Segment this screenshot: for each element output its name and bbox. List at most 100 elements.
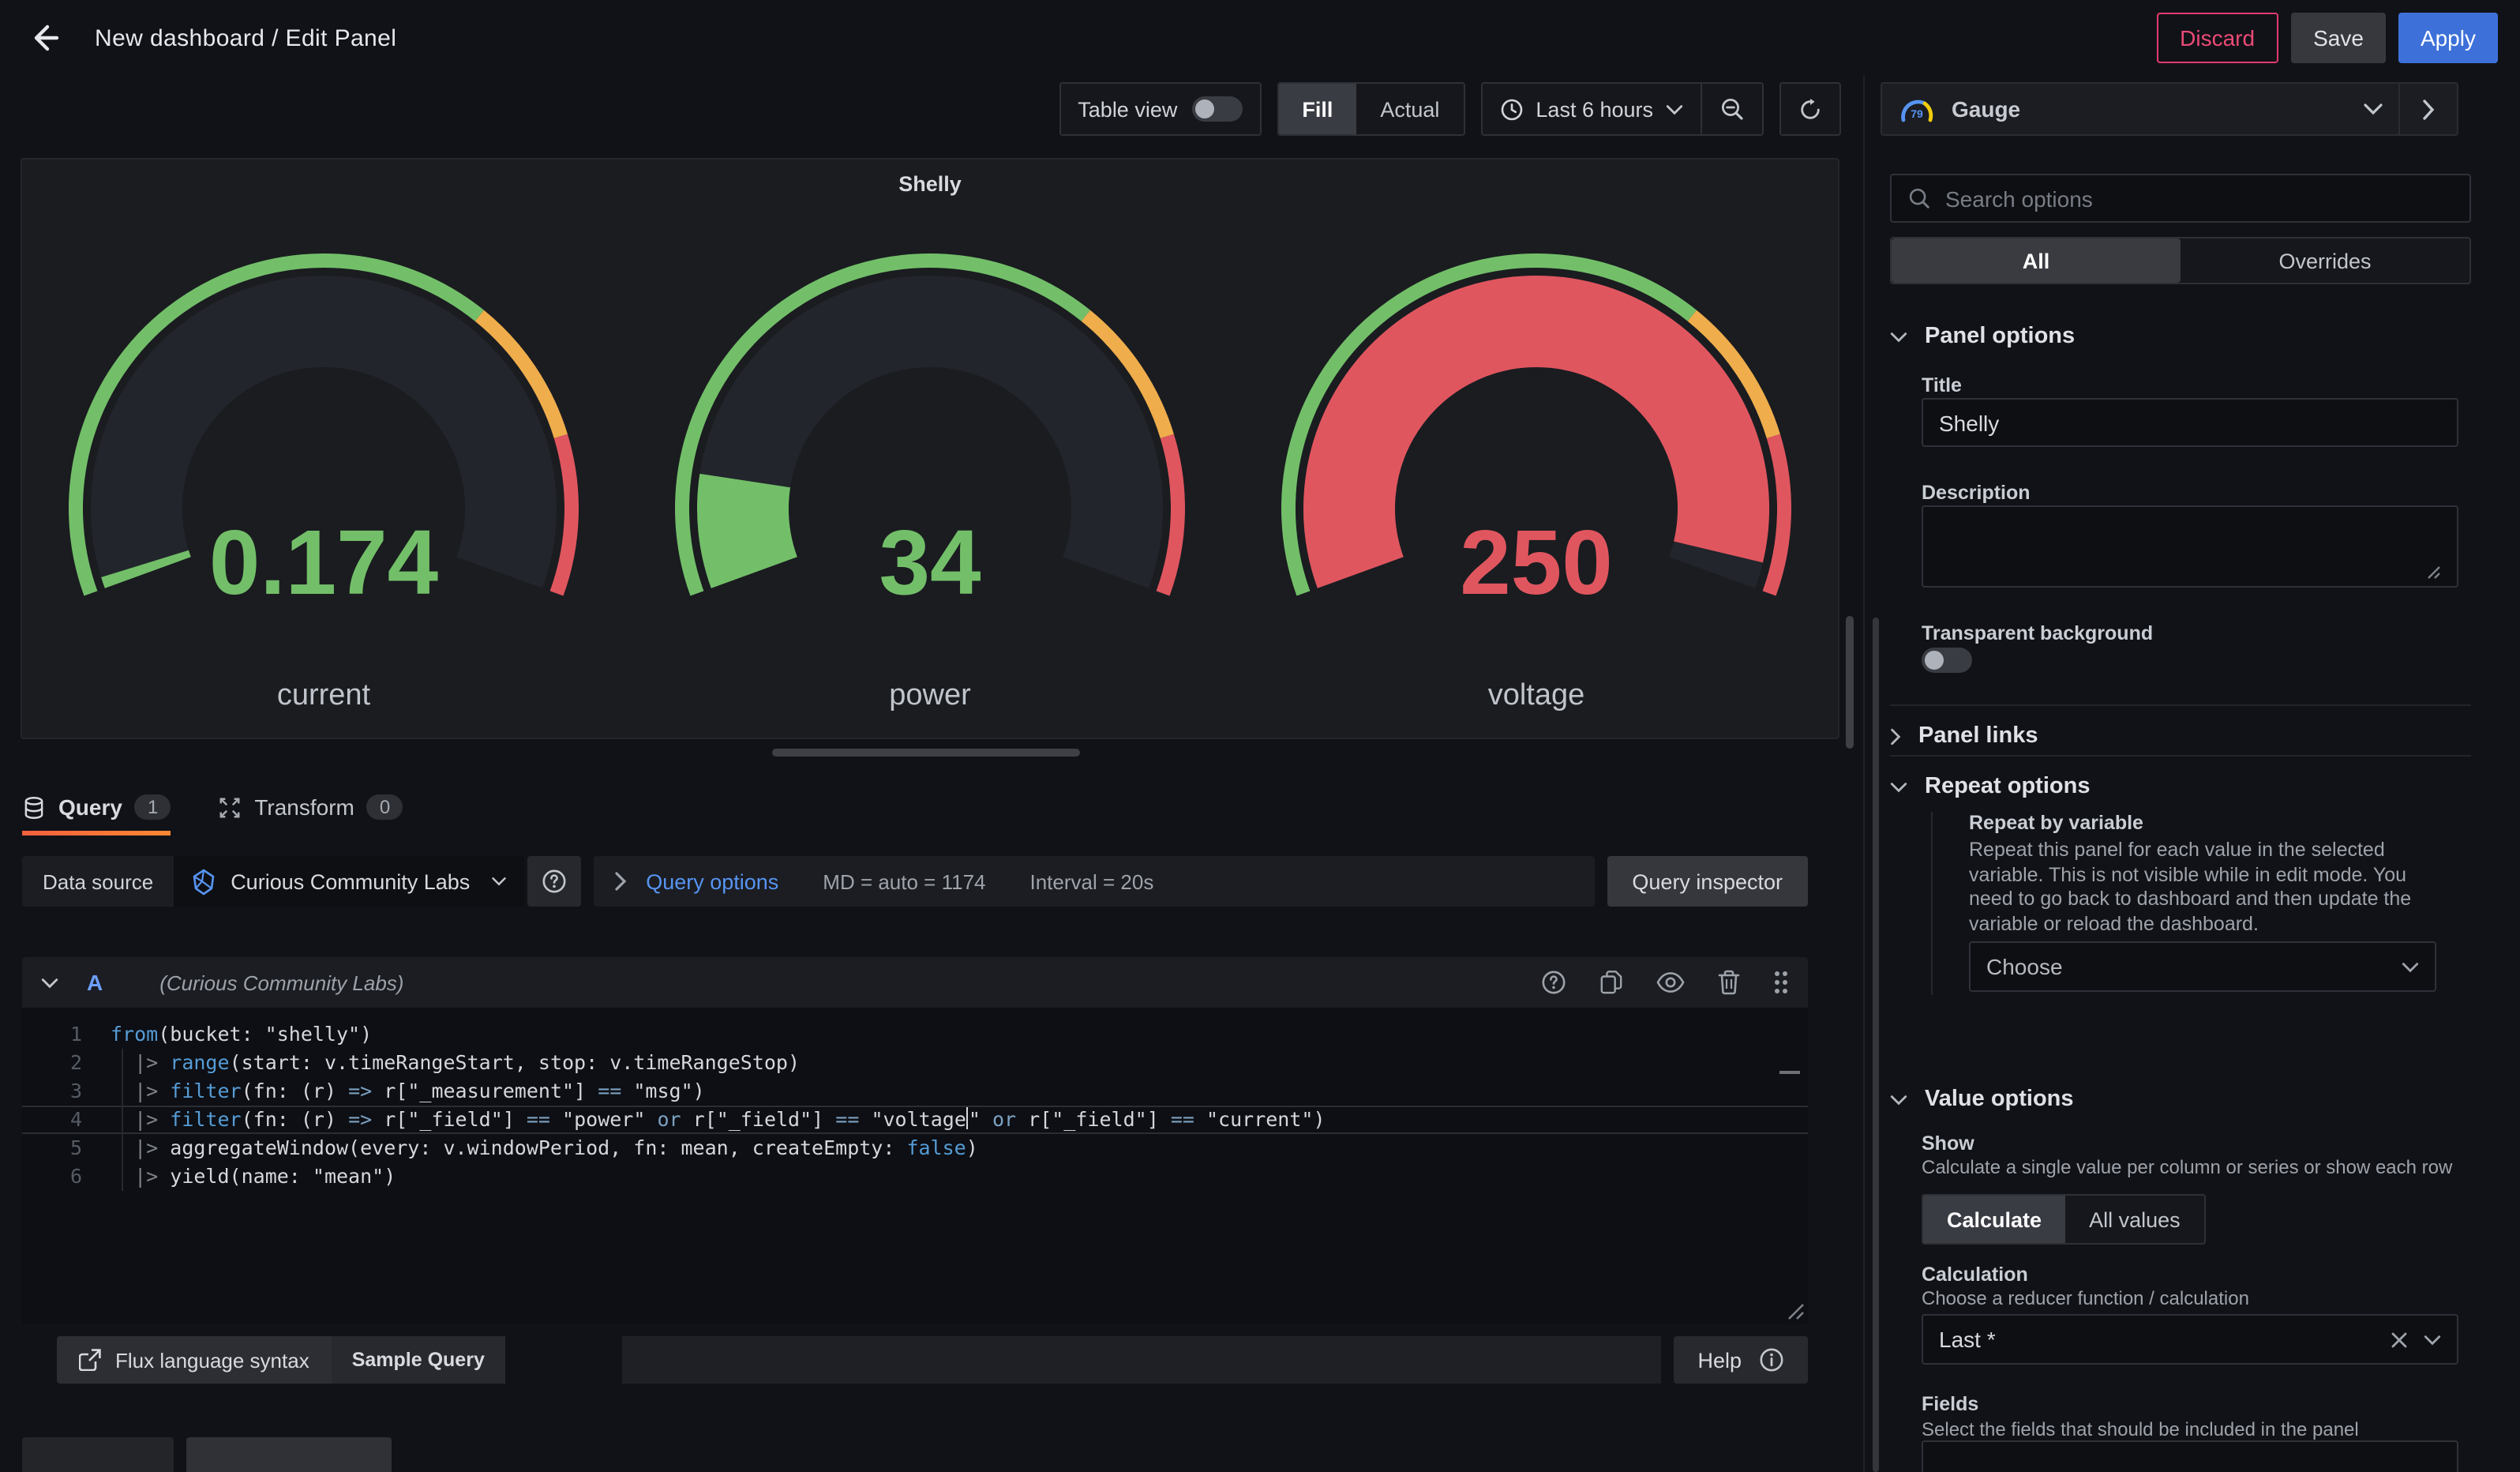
code-line[interactable]: 5 |> aggregateWindow(every: v.windowPeri… xyxy=(22,1134,1808,1162)
sample-query-button[interactable]: Sample Query xyxy=(332,1336,505,1384)
duplicate-query-icon[interactable] xyxy=(1599,970,1623,995)
all-values-option[interactable]: All values xyxy=(2065,1196,2204,1243)
code-line[interactable]: 2 |> range(start: v.timeRangeStart, stop… xyxy=(22,1049,1808,1077)
datasource-picker[interactable]: Curious Community Labs xyxy=(174,856,524,907)
title-input[interactable]: Shelly xyxy=(1922,398,2458,447)
code-line[interactable]: 1from(bucket: "shelly") xyxy=(22,1020,1808,1049)
chevron-down-icon[interactable] xyxy=(2424,1334,2441,1345)
section-panel-links-label: Panel links xyxy=(1918,723,2038,749)
show-description: Calculate a single value per column or s… xyxy=(1922,1156,2452,1178)
tab-all[interactable]: All xyxy=(1892,238,2181,283)
add-expression-button-cutoff[interactable] xyxy=(186,1437,392,1472)
time-range-picker[interactable]: Last 6 hours xyxy=(1482,84,1701,134)
tab-overrides[interactable]: Overrides xyxy=(2181,238,2469,283)
section-repeat-options[interactable]: Repeat options xyxy=(1890,774,2090,799)
options-pane: 79 Gauge Search options All Overrides Pa… xyxy=(1863,76,2520,1472)
options-search[interactable]: Search options xyxy=(1890,174,2471,223)
code-line[interactable]: 3 |> filter(fn: (r) => r["_measurement"]… xyxy=(22,1077,1808,1106)
divider xyxy=(1890,755,2471,757)
section-panel-links[interactable]: Panel links xyxy=(1890,723,2038,749)
panel-resize-handle-horizontal[interactable] xyxy=(772,749,1080,757)
add-query-button-cutoff[interactable] xyxy=(22,1437,174,1472)
textarea-resize-grip[interactable] xyxy=(2427,565,2441,580)
repeat-variable-select[interactable]: Choose xyxy=(1969,941,2436,992)
calculation-value: Last * xyxy=(1939,1327,1996,1352)
tab-transform[interactable]: Transform 0 xyxy=(218,783,403,831)
tab-transform-label: Transform xyxy=(254,794,354,820)
query-header[interactable]: A (Curious Community Labs) xyxy=(22,957,1808,1008)
pane-resize-handle-vertical[interactable] xyxy=(1846,616,1854,749)
query-ref: A xyxy=(87,970,103,995)
clear-icon[interactable] xyxy=(2391,1331,2408,1348)
fill-actual-switch: Fill Actual xyxy=(1277,82,1464,136)
code-text: |> range(start: v.timeRangeStart, stop: … xyxy=(111,1049,800,1077)
footer-strip xyxy=(622,1336,1662,1384)
overview-ruler-mark xyxy=(1779,1071,1800,1074)
fill-option[interactable]: Fill xyxy=(1278,84,1356,134)
flux-syntax-button[interactable]: Flux language syntax xyxy=(57,1336,332,1384)
arrow-left-icon xyxy=(28,22,60,54)
search-icon xyxy=(1907,186,1931,210)
zoom-out-button[interactable] xyxy=(1701,84,1762,134)
fields-select-cutoff[interactable] xyxy=(1922,1440,2458,1472)
query-options-bar[interactable]: Query options MD = auto = 1174 Interval … xyxy=(594,856,1594,907)
query-datasource-hint: (Curious Community Labs) xyxy=(159,971,403,994)
code-text: from(bucket: "shelly") xyxy=(111,1020,372,1049)
drag-handle-icon[interactable] xyxy=(1773,970,1789,995)
page-title: New dashboard / Edit Panel xyxy=(95,24,396,51)
calculation-label: Calculation xyxy=(1922,1264,2028,1286)
transparent-bg-label: Transparent background xyxy=(1922,622,2153,644)
toggle-visibility-icon[interactable] xyxy=(1656,971,1685,993)
query-help-icon[interactable] xyxy=(1541,970,1566,995)
info-circle-icon xyxy=(1759,1347,1784,1372)
code-editor[interactable]: 1from(bucket: "shelly")2 |> range(start:… xyxy=(22,1008,1808,1324)
chevron-down-icon xyxy=(2402,961,2419,972)
transparent-bg-toggle[interactable] xyxy=(1922,648,1972,673)
gauge-field-label: power xyxy=(889,679,971,714)
table-view-toggle[interactable] xyxy=(1191,96,1242,122)
delete-query-icon[interactable] xyxy=(1718,970,1740,995)
chevron-down-icon xyxy=(2364,103,2383,115)
query-inspector-button[interactable]: Query inspector xyxy=(1607,856,1808,907)
tab-query[interactable]: Query 1 xyxy=(22,783,171,831)
actual-option[interactable]: Actual xyxy=(1356,84,1463,134)
section-value-options[interactable]: Value options xyxy=(1890,1087,2074,1112)
options-scrollbar[interactable] xyxy=(1873,618,1879,1472)
section-panel-options[interactable]: Panel options xyxy=(1890,324,2075,349)
apply-button[interactable]: Apply xyxy=(2398,13,2498,63)
external-link-icon xyxy=(79,1349,101,1371)
chevron-down-icon xyxy=(1890,331,1907,342)
clock-icon xyxy=(1499,97,1523,121)
datasource-help-button[interactable] xyxy=(527,856,581,907)
help-button[interactable]: Help xyxy=(1674,1336,1808,1384)
calculate-option[interactable]: Calculate xyxy=(1923,1196,2065,1243)
show-label: Show xyxy=(1922,1132,1974,1155)
discard-button[interactable]: Discard xyxy=(2156,13,2278,63)
options-search-placeholder: Search options xyxy=(1945,186,2093,211)
visualization-expand-button[interactable] xyxy=(2398,84,2457,134)
query-options-link[interactable]: Query options xyxy=(646,869,778,893)
description-textarea[interactable] xyxy=(1922,505,2458,588)
viz-toolbar: Table view Fill Actual Last 6 hours xyxy=(1059,82,1841,136)
time-range-label: Last 6 hours xyxy=(1536,97,1653,121)
code-line[interactable]: 6 |> yield(name: "mean") xyxy=(22,1162,1808,1191)
gauge-arc: 250 xyxy=(1233,237,1839,679)
refresh-button[interactable] xyxy=(1779,82,1841,136)
editor-resize-grip[interactable] xyxy=(1787,1303,1805,1320)
transform-count-badge: 0 xyxy=(367,794,403,820)
calculation-select[interactable]: Last * xyxy=(1922,1314,2458,1365)
indent-guide xyxy=(122,1049,123,1191)
gauge-value: 0.174 xyxy=(209,511,438,614)
code-text: |> filter(fn: (r) => r["_field"] == "pow… xyxy=(111,1106,1326,1134)
repeat-by-variable-label: Repeat by variable xyxy=(1969,812,2143,834)
max-datapoints-info: MD = auto = 1174 xyxy=(823,869,985,893)
code-line[interactable]: 4 |> filter(fn: (r) => r["_field"] == "p… xyxy=(22,1106,1808,1134)
visualization-picker-main[interactable]: 79 Gauge xyxy=(1882,84,2398,134)
save-button[interactable]: Save xyxy=(2291,13,2386,63)
tab-query-label: Query xyxy=(58,794,122,820)
visualization-name: Gauge xyxy=(1952,96,2348,122)
line-number: 5 xyxy=(22,1134,111,1162)
visualization-picker[interactable]: 79 Gauge xyxy=(1881,82,2458,136)
gauge-panel[interactable]: Shelly 0.174current34power250voltage xyxy=(21,158,1839,739)
back-button[interactable] xyxy=(22,16,66,60)
